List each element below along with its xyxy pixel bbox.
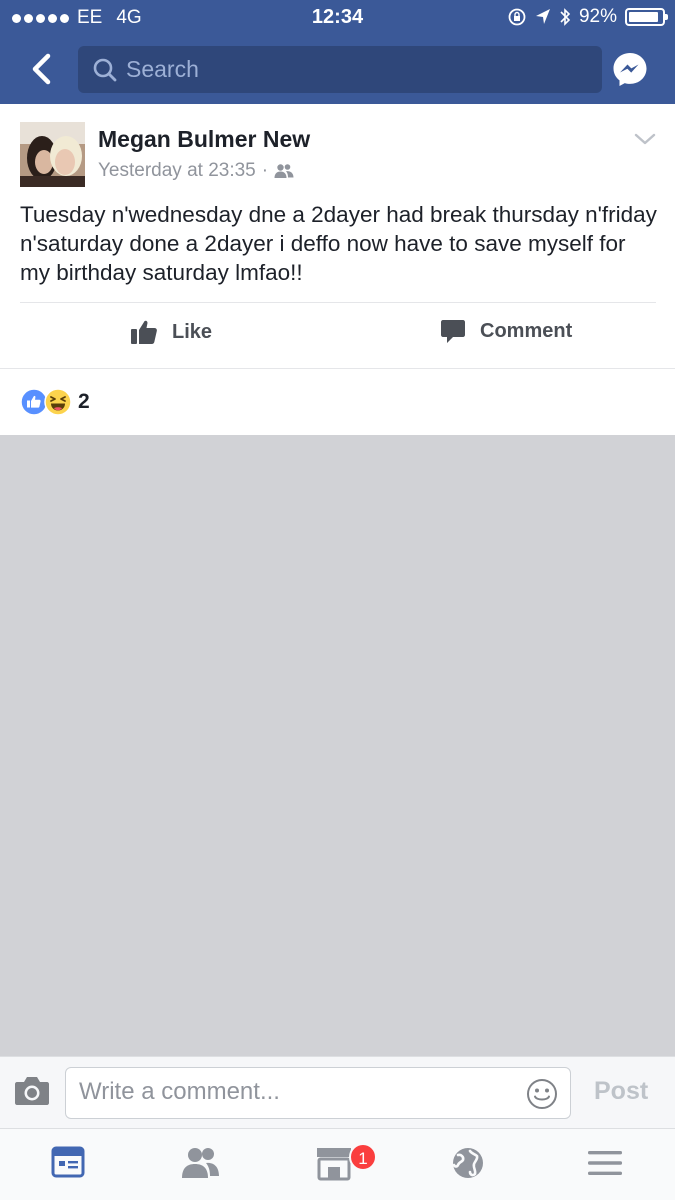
chevron-down-icon[interactable] (632, 130, 658, 148)
search-icon (93, 58, 117, 81)
reactions-summary[interactable]: 2 (20, 388, 90, 416)
notification-badge: 1 (349, 1143, 377, 1171)
friends-icon[interactable] (180, 1145, 220, 1181)
friends-icon (274, 164, 294, 178)
messenger-icon[interactable] (612, 51, 648, 87)
avatar[interactable] (20, 122, 85, 187)
post-body-text: Tuesday n'wednesday dne a 2dayer had bre… (20, 202, 657, 285)
comment-button[interactable]: Comment (440, 318, 572, 344)
like-label: Like (172, 320, 213, 343)
news-feed-icon[interactable] (50, 1145, 90, 1181)
emoji-icon[interactable] (526, 1078, 558, 1110)
top-bar: EE 4G 12:34 92% (0, 0, 675, 104)
tab-bar: 1 (0, 1128, 675, 1200)
search-bar[interactable] (78, 46, 602, 93)
comment-icon (441, 320, 465, 343)
status-icons: 92% (507, 6, 668, 28)
divider (0, 368, 675, 369)
battery-icon (625, 8, 668, 26)
post-meta: Yesterday at 23:35 · (98, 160, 294, 182)
thumbs-up-icon (131, 320, 157, 344)
search-input[interactable] (126, 56, 566, 83)
marketplace-icon[interactable] (314, 1145, 354, 1181)
battery-percent: 92% (578, 6, 617, 27)
haha-reaction-icon (44, 388, 72, 416)
post-author-name[interactable]: Megan Bulmer New (98, 126, 310, 153)
status-bar: EE 4G 12:34 92% (0, 0, 675, 34)
menu-icon[interactable] (585, 1145, 625, 1181)
comment-label: Comment (480, 319, 573, 342)
post-timestamp[interactable]: Yesterday at 23:35 (98, 160, 256, 182)
camera-icon[interactable] (14, 1075, 50, 1107)
post-comment-button[interactable]: Post (594, 1077, 648, 1106)
like-button[interactable]: Like (130, 318, 212, 346)
bluetooth-icon (560, 8, 571, 26)
comment-input[interactable] (79, 1078, 519, 1106)
comment-composer: Post (0, 1056, 675, 1128)
reaction-count: 2 (78, 390, 90, 413)
meta-separator: · (261, 160, 269, 181)
divider (20, 302, 656, 303)
location-icon (535, 9, 550, 24)
comment-field[interactable] (65, 1067, 571, 1119)
notifications-globe-icon[interactable] (448, 1145, 488, 1181)
post-card: Megan Bulmer New Yesterday at 23:35 · Tu… (0, 104, 675, 435)
back-button[interactable] (24, 50, 60, 88)
rotation-lock-icon (508, 8, 526, 26)
